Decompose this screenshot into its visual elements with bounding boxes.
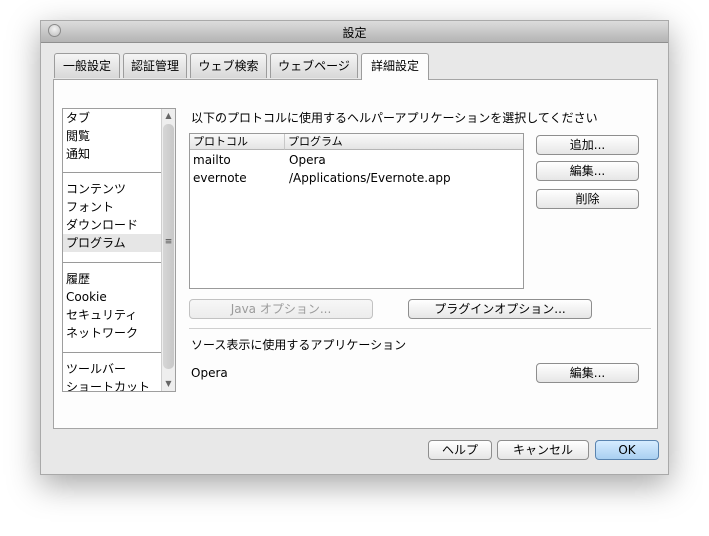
tab-auth[interactable]: 認証管理 — [123, 53, 187, 78]
edit-source-app-button[interactable]: 編集... — [536, 363, 639, 383]
table-row-protocol[interactable]: evernote — [193, 169, 247, 187]
category-list[interactable]: タブ 閲覧 通知 コンテンツ フォント ダウンロード プログラム 履歴 Cook… — [62, 108, 176, 392]
sidebar-divider — [63, 172, 161, 173]
tab-web-search[interactable]: ウェブ検索 — [190, 53, 267, 78]
sidebar-item-fonts[interactable]: フォント — [66, 198, 114, 216]
window-title: 設定 — [342, 26, 367, 40]
add-button[interactable]: 追加... — [536, 135, 639, 155]
sidebar-item-history[interactable]: 履歴 — [66, 270, 90, 288]
helper-apps-table[interactable]: プロトコル プログラム mailto Opera evernote /Appli… — [189, 133, 524, 289]
sidebar-divider — [63, 262, 161, 263]
delete-button[interactable]: 削除 — [536, 189, 639, 209]
sidebar-item-toolbars[interactable]: ツールバー — [66, 360, 126, 378]
sidebar-item-content[interactable]: コンテンツ — [66, 180, 126, 198]
column-header-protocol[interactable]: プロトコル — [190, 134, 285, 150]
section-divider — [189, 328, 651, 329]
sidebar-item-notifications[interactable]: 通知 — [66, 145, 90, 163]
source-viewer-app: Opera — [191, 366, 228, 380]
sidebar-item-cookies[interactable]: Cookie — [66, 288, 107, 306]
scroll-down-arrow-icon[interactable]: ▼ — [162, 377, 175, 391]
ok-button[interactable]: OK — [595, 440, 659, 460]
table-row-program[interactable]: Opera — [289, 151, 326, 169]
column-header-program[interactable]: プログラム — [285, 134, 523, 150]
scroll-up-arrow-icon[interactable]: ▲ — [162, 109, 175, 123]
title-bar: 設定 — [41, 21, 668, 43]
advanced-panel: タブ 閲覧 通知 コンテンツ フォント ダウンロード プログラム 履歴 Cook… — [53, 79, 658, 429]
source-viewer-heading: ソース表示に使用するアプリケーション — [191, 338, 407, 352]
help-button[interactable]: ヘルプ — [428, 440, 492, 460]
tab-advanced[interactable]: 詳細設定 — [361, 53, 429, 80]
java-options-button[interactable]: Java オプション... — [189, 299, 373, 319]
helper-apps-heading: 以下のプロトコルに使用するヘルパーアプリケーションを選択してください — [191, 111, 598, 125]
sidebar-scrollbar[interactable]: ▲ ≡ ▼ — [161, 109, 175, 391]
scroll-grip-icon: ≡ — [164, 237, 173, 247]
tab-general[interactable]: 一般設定 — [54, 53, 120, 78]
sidebar-divider — [63, 352, 161, 353]
cancel-button[interactable]: キャンセル — [497, 440, 589, 460]
tab-webpage[interactable]: ウェブページ — [270, 53, 358, 78]
sidebar-item-downloads[interactable]: ダウンロード — [66, 216, 138, 234]
plugin-options-button[interactable]: プラグインオプション... — [408, 299, 592, 319]
sidebar-item-shortcuts[interactable]: ショートカット — [66, 378, 150, 391]
table-row-protocol[interactable]: mailto — [193, 151, 231, 169]
table-row-program[interactable]: /Applications/Evernote.app — [289, 169, 451, 187]
sidebar-item-browsing[interactable]: 閲覧 — [66, 127, 90, 145]
sidebar-item-security[interactable]: セキュリティ — [66, 306, 137, 324]
settings-window: 設定 一般設定 認証管理 ウェブ検索 ウェブページ 詳細設定 タブ 閲覧 通知 … — [40, 20, 669, 475]
sidebar-item-tabs[interactable]: タブ — [66, 109, 90, 127]
sidebar-item-programs[interactable]: プログラム — [63, 234, 161, 252]
edit-helper-button[interactable]: 編集... — [536, 161, 639, 181]
sidebar-item-network[interactable]: ネットワーク — [66, 324, 138, 342]
